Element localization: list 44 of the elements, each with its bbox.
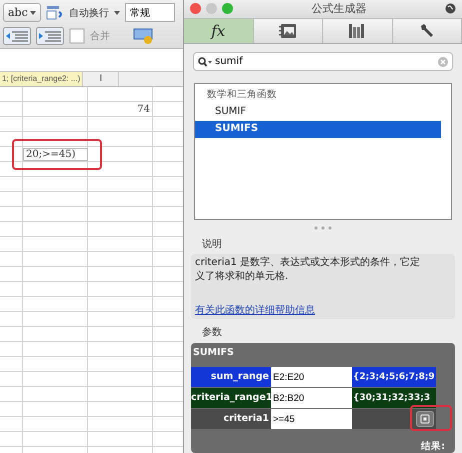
description-text: criteria1 是数字、表达式或文本形式的条件，它定义了将求和的单元格. [195, 256, 422, 284]
function-name: SUMIFS [192, 347, 235, 360]
wrench-icon [418, 22, 435, 39]
caret-icon [30, 10, 36, 14]
photo-album-icon [278, 22, 298, 39]
argument-result: {30;31;32;33;3 [352, 388, 436, 408]
highlight-frame [410, 405, 452, 431]
help-link[interactable]: 有关此函数的详细帮助信息 [195, 303, 451, 317]
cell-editor[interactable]: 20;>=45) [23, 148, 88, 161]
argument-result: {2;3;4;5;6;7;8;9 [352, 367, 436, 387]
decrease-indent-icon[interactable] [3, 26, 31, 44]
section-heading: 参数 [201, 326, 223, 340]
argument-field[interactable]: B2:B20 [271, 388, 352, 408]
table-cell-text: 74 [136, 103, 151, 117]
list-item[interactable]: SUMIFS [195, 120, 441, 138]
close-button[interactable] [190, 3, 201, 14]
tab[interactable] [323, 18, 392, 44]
argument-field[interactable]: >=45 [271, 409, 352, 429]
tab[interactable] [392, 18, 462, 44]
insert-button[interactable] [416, 411, 434, 427]
resize-grip-icon[interactable] [313, 226, 333, 230]
square-icon [420, 414, 430, 424]
argument-label: sum_range [191, 367, 271, 387]
argument-label: criteria1 [191, 409, 271, 429]
search-icon [198, 56, 212, 67]
spelling-button[interactable]: abc [3, 3, 41, 22]
number-format-field[interactable]: 常规 [124, 3, 175, 22]
argument-label: criteria_range1 [191, 388, 271, 408]
category-label: 数学和三角函数 [206, 88, 278, 102]
list-item[interactable]: SUMIF [195, 104, 441, 121]
tab[interactable]: fx [184, 18, 254, 44]
column-header: I [83, 72, 120, 86]
window-title: 公式生成器 [310, 1, 368, 16]
argument-field[interactable]: E2:E20 [271, 367, 352, 387]
function-tooltip: 1; [criteria_range2: ...) [0, 72, 84, 86]
increase-indent-icon[interactable] [36, 26, 64, 44]
wrap-text-label[interactable]: 自动换行 [68, 6, 109, 20]
globe-icon[interactable] [445, 3, 456, 14]
section-heading: 说明 [201, 238, 223, 252]
caret-icon[interactable] [114, 10, 120, 14]
wrap-text-icon[interactable] [46, 4, 64, 20]
result-label: 结果: [420, 440, 446, 453]
tab[interactable] [254, 18, 323, 44]
search-field[interactable]: sumif [193, 52, 453, 71]
